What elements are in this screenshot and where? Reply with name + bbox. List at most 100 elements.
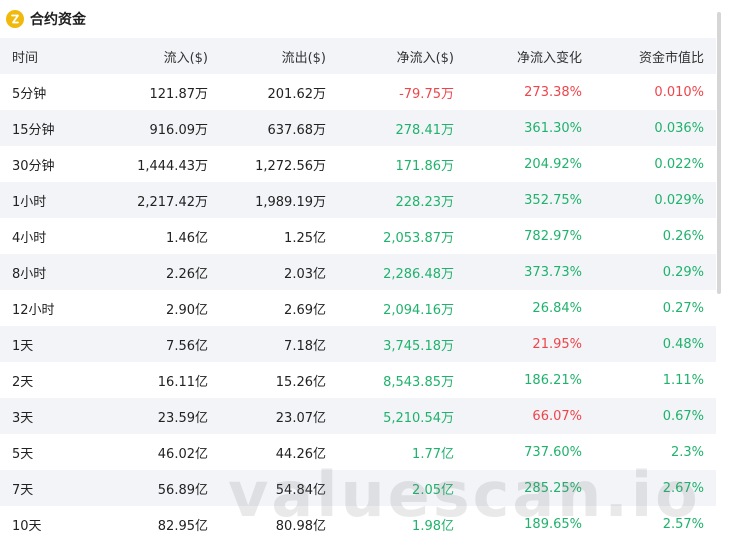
cell-net-change: 204.92% <box>524 156 582 172</box>
cell-net-inflow: 8,543.85万 <box>383 374 454 390</box>
col-header-outflow[interactable]: 流出($) <box>208 47 326 66</box>
fund-flow-table: 时间 流入($) 流出($) 净流入($) 净流入变化 资金市值比 5分钟 121.87万 2… <box>0 38 716 542</box>
section-header: 合约资金 <box>6 8 86 30</box>
cell-net-change: 361.30% <box>524 120 582 136</box>
cell-inflow: 7.56亿 <box>166 338 208 354</box>
cell-net-change: 189.65% <box>524 516 582 532</box>
table-row: 3天 23.59亿 23.07亿 5,210.54万 66.07% 0.67% <box>0 398 716 434</box>
cell-inflow: 2,217.42万 <box>137 194 208 210</box>
cell-outflow: 7.18亿 <box>284 338 326 354</box>
col-header-ratio[interactable]: 资金市值比 <box>582 47 710 66</box>
cell-outflow: 201.62万 <box>267 86 327 102</box>
cell-ratio: 1.11% <box>662 372 704 388</box>
cell-net-inflow: 278.41万 <box>395 122 455 138</box>
cell-net-change: 26.84% <box>532 300 582 316</box>
table-row: 30分钟 1,444.43万 1,272.56万 171.86万 204.92% 0.02… <box>0 146 716 182</box>
cell-ratio: 0.029% <box>654 192 704 208</box>
cell-time: 1小时 <box>12 194 47 210</box>
cell-outflow: 15.26亿 <box>275 374 326 390</box>
cell-time: 8小时 <box>12 266 47 282</box>
cell-net-change: 352.75% <box>524 192 582 208</box>
cell-time: 15分钟 <box>12 122 55 138</box>
table-row: 4小时 1.46亿 1.25亿 2,053.87万 782.97% 0.26% <box>0 218 716 254</box>
cell-net-inflow: 2,094.16万 <box>383 302 454 318</box>
cell-ratio: 0.010% <box>654 84 704 100</box>
cell-net-inflow: 1.98亿 <box>412 518 454 534</box>
cell-net-change: 285.25% <box>524 480 582 496</box>
cell-outflow: 44.26亿 <box>275 446 326 462</box>
cell-time: 3天 <box>12 410 34 426</box>
cell-outflow: 1.25亿 <box>284 230 326 246</box>
cell-net-inflow: 228.23万 <box>395 194 455 210</box>
cell-outflow: 2.69亿 <box>284 302 326 318</box>
cell-outflow: 23.07亿 <box>275 410 326 426</box>
cell-time: 5天 <box>12 446 34 462</box>
cell-inflow: 23.59亿 <box>157 410 208 426</box>
cell-ratio: 0.036% <box>654 120 704 136</box>
cell-inflow: 1.46亿 <box>166 230 208 246</box>
cell-net-change: 273.38% <box>524 84 582 100</box>
table-header-row: 时间 流入($) 流出($) 净流入($) 净流入变化 资金市值比 <box>0 38 716 74</box>
cell-outflow: 1,989.19万 <box>255 194 326 210</box>
cell-inflow: 1,444.43万 <box>137 158 208 174</box>
col-header-net-change[interactable]: 净流入变化 <box>454 47 582 66</box>
table-row: 15分钟 916.09万 637.68万 278.41万 361.30% 0.036% <box>0 110 716 146</box>
cell-net-inflow: 2,286.48万 <box>383 266 454 282</box>
cell-ratio: 0.26% <box>662 228 704 244</box>
cell-ratio: 0.67% <box>662 408 704 424</box>
cell-net-change: 737.60% <box>524 444 582 460</box>
cell-time: 10天 <box>12 518 42 534</box>
cell-inflow: 46.02亿 <box>157 446 208 462</box>
table-row: 1小时 2,217.42万 1,989.19万 228.23万 352.75% 0.029… <box>0 182 716 218</box>
cell-ratio: 0.022% <box>654 156 704 172</box>
table-row: 7天 56.89亿 54.84亿 2.05亿 285.25% 2.67% <box>0 470 716 506</box>
cell-net-inflow: 5,210.54万 <box>383 410 454 426</box>
table-row: 12小时 2.90亿 2.69亿 2,094.16万 26.84% 0.27% <box>0 290 716 326</box>
table-row: 2天 16.11亿 15.26亿 8,543.85万 186.21% 1.11% <box>0 362 716 398</box>
cell-time: 5分钟 <box>12 86 47 102</box>
coin-logo-icon <box>6 10 24 28</box>
cell-net-change: 373.73% <box>524 264 582 280</box>
cell-net-change: 186.21% <box>524 372 582 388</box>
cell-time: 12小时 <box>12 302 55 318</box>
scrollbar[interactable] <box>717 12 721 294</box>
col-header-inflow[interactable]: 流入($) <box>100 47 208 66</box>
cell-time: 7天 <box>12 482 34 498</box>
col-header-time: 时间 <box>12 50 39 66</box>
cell-outflow: 2.03亿 <box>284 266 326 282</box>
cell-net-change: 66.07% <box>532 408 582 424</box>
cell-ratio: 2.67% <box>662 480 704 496</box>
cell-outflow: 54.84亿 <box>275 482 326 498</box>
table-row: 10天 82.95亿 80.98亿 1.98亿 189.65% 2.57% <box>0 506 716 542</box>
cell-inflow: 2.26亿 <box>166 266 208 282</box>
cell-inflow: 56.89亿 <box>157 482 208 498</box>
cell-ratio: 0.27% <box>662 300 704 316</box>
cell-ratio: 2.57% <box>662 516 704 532</box>
cell-net-inflow: 2.05亿 <box>412 482 454 498</box>
cell-ratio: 0.29% <box>662 264 704 280</box>
cell-time: 4小时 <box>12 230 47 246</box>
table-row: 5分钟 121.87万 201.62万 -79.75万 273.38% 0.010% <box>0 74 716 110</box>
cell-time: 30分钟 <box>12 158 55 174</box>
cell-net-inflow: 2,053.87万 <box>383 230 454 246</box>
cell-outflow: 80.98亿 <box>275 518 326 534</box>
cell-net-change: 782.97% <box>524 228 582 244</box>
cell-net-inflow: -79.75万 <box>399 86 454 102</box>
cell-net-change: 21.95% <box>532 336 582 352</box>
table-row: 8小时 2.26亿 2.03亿 2,286.48万 373.73% 0.29% <box>0 254 716 290</box>
cell-inflow: 2.90亿 <box>166 302 208 318</box>
cell-inflow: 121.87万 <box>149 86 209 102</box>
cell-inflow: 16.11亿 <box>157 374 208 390</box>
cell-time: 2天 <box>12 374 34 390</box>
cell-time: 1天 <box>12 338 34 354</box>
section-title: 合约资金 <box>30 12 86 28</box>
cell-outflow: 1,272.56万 <box>255 158 326 174</box>
cell-inflow: 82.95亿 <box>157 518 208 534</box>
cell-net-inflow: 1.77亿 <box>412 446 454 462</box>
cell-inflow: 916.09万 <box>149 122 209 138</box>
cell-ratio: 2.3% <box>670 444 704 460</box>
cell-net-inflow: 3,745.18万 <box>383 338 454 354</box>
col-header-net-inflow[interactable]: 净流入($) <box>326 47 454 66</box>
table-row: 5天 46.02亿 44.26亿 1.77亿 737.60% 2.3% <box>0 434 716 470</box>
cell-ratio: 0.48% <box>662 336 704 352</box>
